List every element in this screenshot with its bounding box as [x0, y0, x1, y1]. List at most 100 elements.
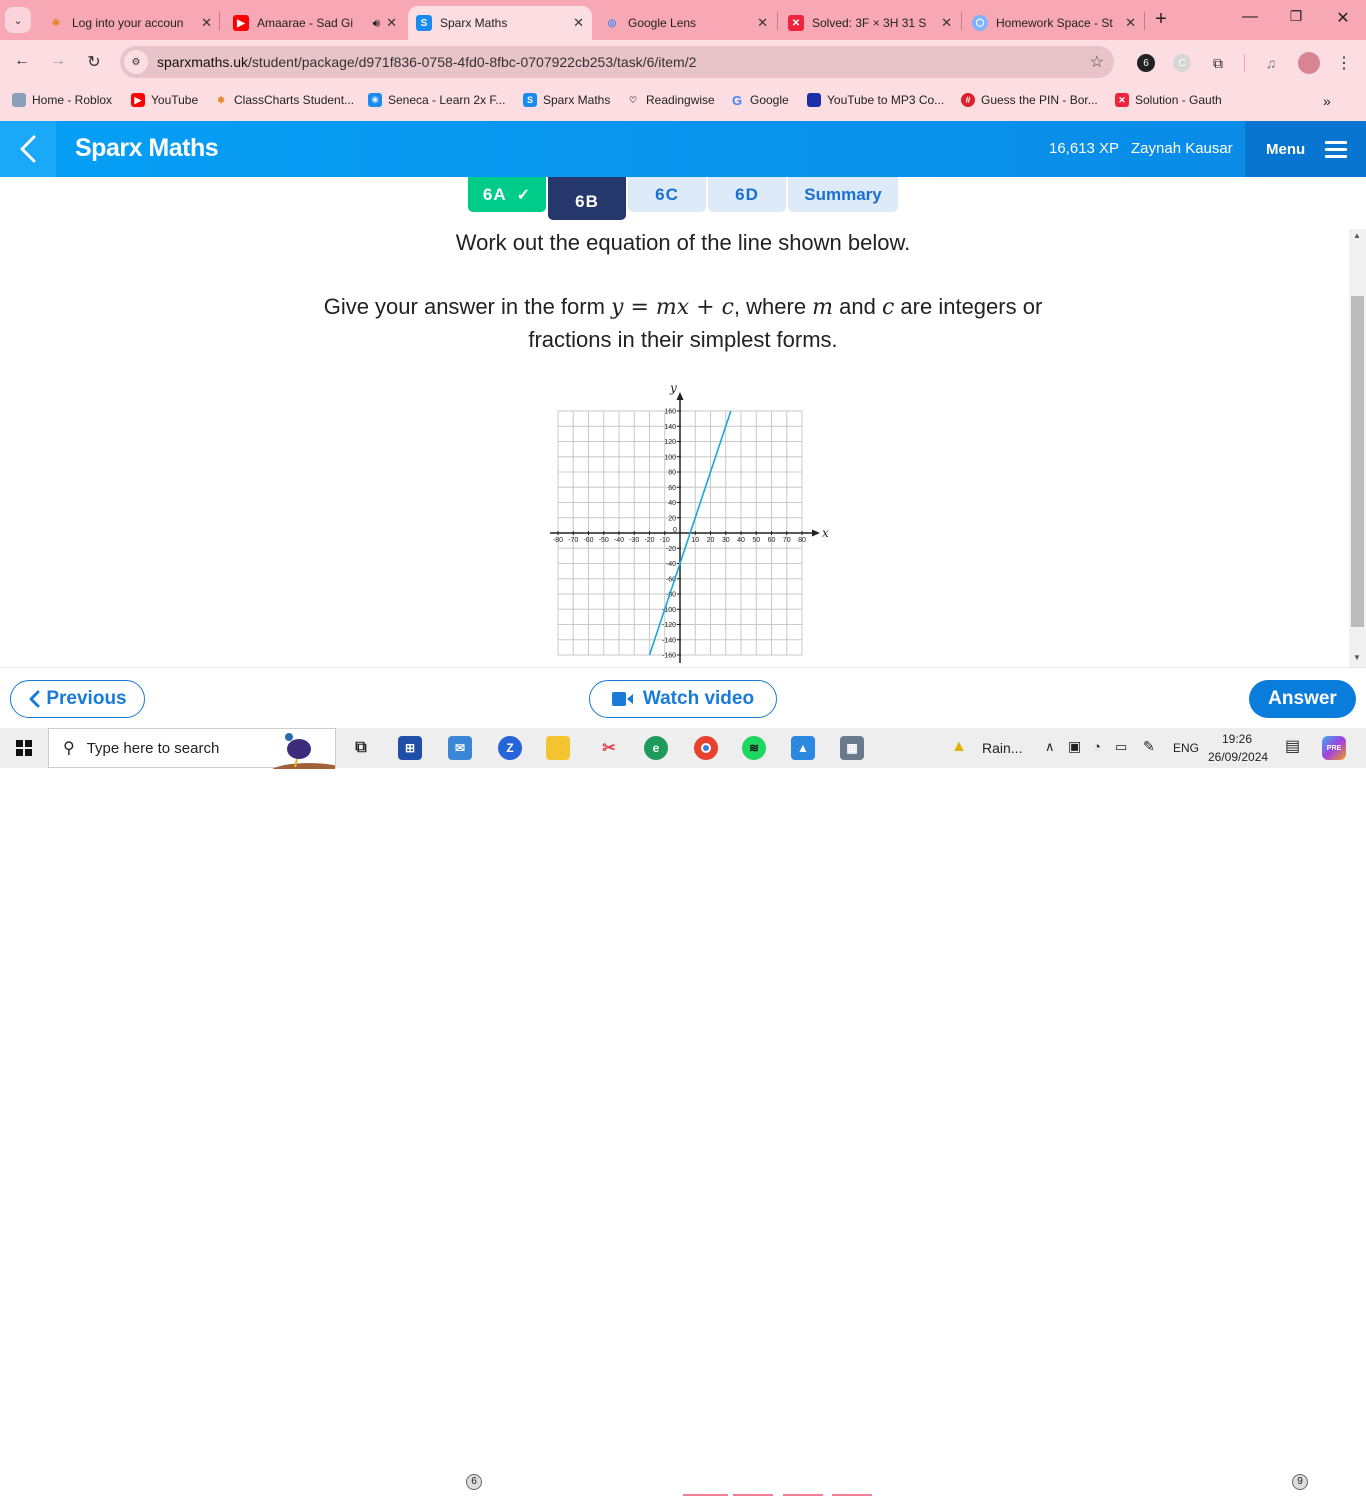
browser-tab[interactable]: ▶ Amaarae - Sad Gi 🔊︎ ✕: [225, 6, 405, 40]
close-tab-icon[interactable]: ✕: [386, 15, 397, 31]
scroll-down-arrow-icon[interactable]: ▼: [1353, 653, 1361, 662]
readingwise-icon: ♡: [628, 94, 638, 105]
bookmark-star-icon[interactable]: ☆: [1090, 52, 1104, 72]
bookmarks-bar: Home - Roblox ▶ YouTube ✱ ClassCharts Stud…: [0, 85, 1366, 121]
windows-start-icon[interactable]: [16, 740, 32, 756]
bookmark-item[interactable]: ♡ Readingwise: [626, 93, 715, 107]
pen-icon[interactable]: ✎: [1143, 738, 1155, 755]
mail-icon[interactable]: ✉: [448, 736, 472, 760]
browser-tab[interactable]: ✕ Solved: 3F × 3H 31 S ✕: [780, 6, 960, 40]
chevron-left-icon: [29, 690, 40, 708]
scroll-up-arrow-icon[interactable]: ▲: [1353, 231, 1361, 240]
x-tick-label: -30: [629, 537, 639, 544]
calculator-icon[interactable]: ▦: [840, 736, 864, 760]
extension-c-icon[interactable]: C: [1173, 54, 1191, 72]
more-options-icon[interactable]: ⋮: [1335, 54, 1353, 72]
profile-avatar[interactable]: [1298, 52, 1320, 74]
mp3-converter-icon: [807, 93, 821, 107]
notifications-icon[interactable]: ▤: [1285, 736, 1300, 756]
clock-time[interactable]: 19:26: [1222, 732, 1252, 746]
url-text[interactable]: sparxmaths.uk/student/package/d971f836-0…: [157, 54, 696, 70]
weather-text[interactable]: Rain...: [982, 740, 1022, 756]
forward-arrow-icon[interactable]: →: [48, 52, 68, 70]
chrome-icon[interactable]: [694, 736, 718, 760]
bookmark-item[interactable]: ▶ YouTube: [131, 93, 198, 107]
meet-now-icon[interactable]: ▣: [1068, 738, 1081, 755]
close-tab-icon[interactable]: ✕: [1125, 15, 1136, 31]
language-indicator[interactable]: ENG: [1173, 741, 1199, 755]
reload-icon[interactable]: ↻: [84, 52, 104, 72]
wifi-icon[interactable]: ◔: [1093, 739, 1101, 754]
photos-icon[interactable]: ▲: [791, 736, 815, 760]
close-tab-icon[interactable]: ✕: [941, 15, 952, 31]
user-name[interactable]: Zaynah Kausar: [1131, 140, 1233, 157]
speaker-icon[interactable]: 🔊︎: [373, 16, 381, 31]
answer-button[interactable]: Answer: [1249, 680, 1356, 718]
task-tab-summary[interactable]: Summary: [788, 177, 898, 212]
copilot-icon[interactable]: PRE: [1322, 736, 1346, 760]
bookmark-item[interactable]: ✱ ClassCharts Student...: [214, 93, 354, 107]
close-tab-icon[interactable]: ✕: [201, 15, 212, 31]
back-button[interactable]: [0, 121, 56, 177]
task-tab-6b[interactable]: 6B: [548, 177, 626, 220]
chevron-up-icon[interactable]: ∧: [1045, 739, 1055, 755]
taskbar-search-input[interactable]: ⚲ Type here to search: [48, 728, 336, 769]
browser-tab-active[interactable]: S Sparx Maths ✕: [408, 6, 592, 40]
page-scrollbar[interactable]: ▲ ▼: [1349, 229, 1366, 667]
extensions-puzzle-icon[interactable]: ⧉: [1209, 54, 1227, 72]
zoom-app-icon[interactable]: Z: [498, 736, 522, 760]
task-view-icon[interactable]: ⧉: [349, 736, 373, 760]
windows-taskbar: ⚲ Type here to search ⧉ ⊞ ✉ 6 Z ✂ e ≋ ▲ …: [0, 728, 1366, 1496]
minimize-button[interactable]: —: [1235, 8, 1265, 26]
battery-icon[interactable]: ▭: [1115, 739, 1127, 755]
snipping-tool-icon[interactable]: ✂: [597, 736, 621, 760]
browser-tab[interactable]: ✱ Log into your accoun ✕: [40, 6, 220, 40]
task-tab-6d[interactable]: 6D: [708, 177, 786, 212]
edge-icon[interactable]: e: [644, 736, 668, 760]
tab-search-button[interactable]: ⌄: [5, 7, 31, 33]
media-control-icon[interactable]: ♫: [1262, 54, 1280, 72]
roblox-icon: [12, 93, 26, 107]
equation-form: y = mx + c: [611, 295, 734, 320]
bookmark-item[interactable]: G Google: [730, 92, 789, 108]
close-window-button[interactable]: ✕: [1328, 8, 1358, 28]
bookmark-item[interactable]: Home - Roblox: [12, 93, 112, 107]
scroll-thumb[interactable]: [1351, 296, 1364, 627]
more-bookmarks-button[interactable]: »: [1323, 93, 1331, 109]
weather-icon[interactable]: ▲: [951, 738, 967, 756]
bookmark-item[interactable]: S Sparx Maths: [523, 93, 610, 107]
chevron-down-icon: ⌄: [13, 14, 23, 27]
extension-6-icon[interactable]: 6: [1137, 54, 1155, 72]
clock-date[interactable]: 26/09/2024: [1208, 750, 1268, 764]
notification-badge: 9: [1292, 1474, 1308, 1490]
y-tick-label: 120: [664, 439, 676, 446]
file-explorer-icon[interactable]: [546, 736, 570, 760]
browser-tab[interactable]: ◎ Google Lens ✕: [596, 6, 776, 40]
site-info-icon[interactable]: ⚙: [124, 50, 148, 74]
bookmark-item[interactable]: # Guess the PIN - Bor...: [961, 93, 1098, 107]
previous-button[interactable]: Previous: [10, 680, 145, 718]
y-tick-label: -40: [666, 561, 676, 568]
sparx-icon: S: [416, 15, 432, 31]
task-tab-6a[interactable]: 6A ✓: [468, 177, 546, 212]
x-tick-label: 10: [691, 537, 699, 544]
mail-badge: 6: [466, 1474, 482, 1490]
address-bar[interactable]: ⚙ sparxmaths.uk/student/package/d971f836…: [120, 46, 1114, 78]
microsoft-store-icon[interactable]: ⊞: [398, 736, 422, 760]
menu-button[interactable]: Menu: [1245, 121, 1366, 177]
google-icon: G: [731, 92, 743, 108]
bookmark-item[interactable]: ✕ Solution - Gauth: [1115, 93, 1222, 107]
xp-count: 16,613 XP: [1049, 140, 1120, 157]
restore-button[interactable]: ❐: [1281, 8, 1311, 25]
new-tab-button[interactable]: +: [1146, 8, 1176, 31]
close-tab-icon[interactable]: ✕: [573, 15, 584, 31]
browser-tab[interactable]: ⬡ Homework Space - St ✕: [964, 6, 1144, 40]
spotify-icon[interactable]: ≋: [742, 736, 766, 760]
bookmark-item[interactable]: ✳ Seneca - Learn 2x F...: [368, 93, 505, 107]
back-arrow-icon[interactable]: ←: [12, 52, 32, 70]
watch-video-button[interactable]: Watch video: [589, 680, 777, 718]
close-tab-icon[interactable]: ✕: [757, 15, 768, 31]
x-tick-label: 20: [707, 537, 715, 544]
bookmark-item[interactable]: YouTube to MP3 Co...: [807, 93, 944, 107]
task-tab-6c[interactable]: 6C: [628, 177, 706, 212]
